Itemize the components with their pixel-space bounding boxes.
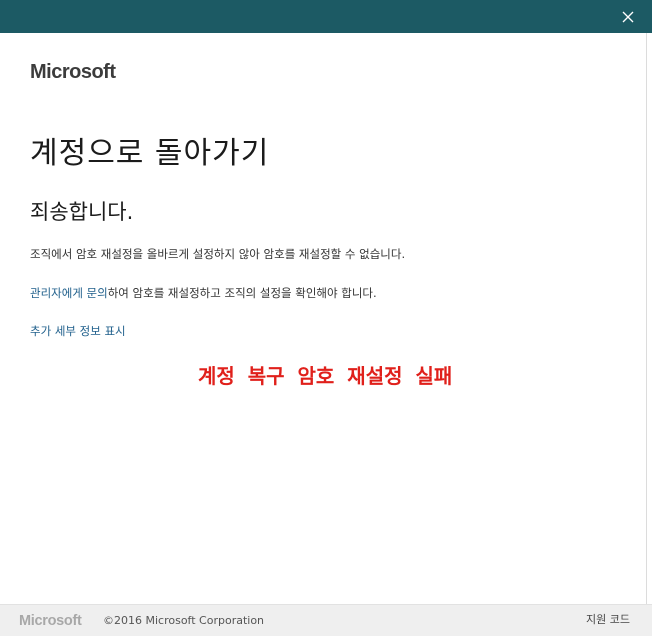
footer-microsoft-logo: Microsoft	[19, 613, 82, 629]
page-subtitle: 죄송합니다.	[30, 200, 134, 224]
error-message: 조직에서 암호 재설정을 올바르게 설정하지 않아 암호를 재설정할 수 없습니…	[30, 247, 406, 261]
support-code-link[interactable]: 지원 코드	[586, 612, 630, 628]
close-icon	[622, 11, 634, 23]
annotation-caption: 계정 복구 암호 재설정 실패	[198, 364, 453, 388]
footer: Microsoft ©2016 Microsoft Corporation 지원…	[0, 604, 652, 636]
copyright-text: ©2016 Microsoft Corporation	[103, 614, 265, 627]
window-edge	[646, 33, 652, 604]
close-button[interactable]	[618, 7, 638, 27]
contact-message: 관리자에게 문의하여 암호를 재설정하고 조직의 설정을 확인해야 합니다.	[30, 285, 377, 301]
page-title: 계정으로 돌아가기	[30, 136, 270, 171]
microsoft-logo: Microsoft	[30, 61, 116, 83]
contact-admin-link[interactable]: 관리자에게 문의	[30, 286, 108, 300]
contact-message-rest: 하여 암호를 재설정하고 조직의 설정을 확인해야 합니다.	[107, 286, 377, 300]
show-details-link[interactable]: 추가 세부 정보 표시	[30, 323, 126, 339]
title-bar	[0, 0, 652, 33]
